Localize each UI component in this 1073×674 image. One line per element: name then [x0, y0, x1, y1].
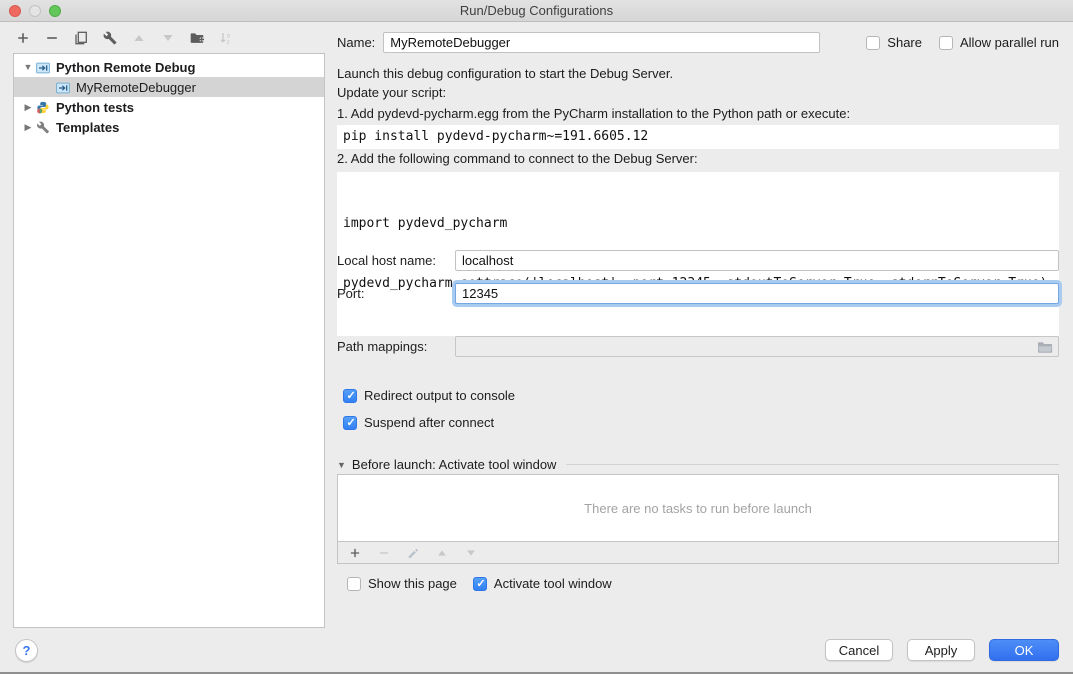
share-label: Share: [887, 35, 922, 50]
minimize-window-button: [29, 5, 41, 17]
suspend-after-connect-label: Suspend after connect: [364, 415, 494, 430]
suspend-after-connect-option: Suspend after connect: [343, 415, 1065, 430]
help-button[interactable]: ?: [15, 639, 38, 662]
local-host-name-label: Local host name:: [337, 253, 455, 268]
tree-item-label: MyRemoteDebugger: [76, 80, 196, 95]
tree-item-templates[interactable]: ▶ Templates: [14, 117, 324, 137]
run-debug-configurations-dialog: Run/Debug Configurations az ▼: [0, 0, 1073, 674]
tree-item-label: Python Remote Debug: [56, 60, 195, 75]
dialog-footer: ? Cancel Apply OK: [0, 630, 1073, 674]
remove-task-icon: [376, 545, 392, 561]
move-up-icon: [131, 30, 147, 46]
move-down-icon: [160, 30, 176, 46]
local-host-name-input[interactable]: [455, 250, 1059, 271]
dialog-buttons: Cancel Apply OK: [825, 639, 1059, 661]
section-divider: [566, 464, 1059, 465]
allow-parallel-option: Allow parallel run: [939, 35, 1059, 50]
redirect-output-option: Redirect output to console: [343, 388, 1065, 403]
edit-task-pencil-icon: [405, 545, 421, 561]
edit-templates-wrench-icon[interactable]: [102, 30, 118, 46]
before-launch-task-list[interactable]: There are no tasks to run before launch: [337, 474, 1059, 542]
instruction-step-1: 1. Add pydevd-pycharm.egg from the PyCha…: [337, 106, 1059, 121]
share-option: Share: [866, 35, 922, 50]
move-task-up-icon: [434, 545, 450, 561]
remote-debug-config-icon: [56, 80, 71, 94]
name-input[interactable]: [383, 32, 820, 53]
show-this-page-checkbox[interactable]: [347, 577, 361, 591]
allow-parallel-run-checkbox[interactable]: [939, 36, 953, 50]
remote-debug-config-icon: [36, 60, 51, 74]
path-mappings-field[interactable]: [455, 336, 1059, 357]
share-checkbox[interactable]: [866, 36, 880, 50]
port-row: Port:: [337, 283, 1059, 304]
instruction-line-2: Update your script:: [337, 85, 1059, 100]
pip-install-code: pip install pydevd-pycharm~=191.6605.12: [337, 125, 1059, 149]
before-launch-header[interactable]: ▼ Before launch: Activate tool window: [337, 457, 1059, 472]
add-task-icon[interactable]: [347, 545, 363, 561]
activate-tool-window-checkbox[interactable]: [473, 577, 487, 591]
instruction-line-1: Launch this debug configuration to start…: [337, 66, 1059, 81]
page-options-row: Show this page Activate tool window: [347, 576, 1069, 591]
svg-text:z: z: [227, 39, 230, 45]
tree-item-label: Templates: [56, 120, 119, 135]
task-list-toolbar: [337, 541, 1059, 564]
settrace-code-line-1: import pydevd_pycharm: [343, 214, 1053, 234]
cancel-button[interactable]: Cancel: [825, 639, 893, 661]
configurations-toolbar: az: [15, 30, 234, 46]
activate-tool-window-label: Activate tool window: [494, 576, 612, 591]
tree-item-python-tests[interactable]: ▶ Python tests: [14, 97, 324, 117]
move-task-down-icon: [463, 545, 479, 561]
port-label: Port:: [337, 286, 455, 301]
configurations-tree: ▼ Python Remote Debug MyRemoteDebugger ▶…: [13, 53, 325, 628]
redirect-output-checkbox[interactable]: [343, 389, 357, 403]
tree-item-label: Python tests: [56, 100, 134, 115]
expand-triangle-icon[interactable]: ▶: [22, 122, 34, 133]
collapse-triangle-icon[interactable]: ▼: [22, 62, 34, 72]
before-launch-title: Before launch: Activate tool window: [352, 457, 557, 472]
help-icon: ?: [23, 643, 31, 658]
tree-item-python-remote-debug[interactable]: ▼ Python Remote Debug: [14, 57, 324, 77]
tree-item-myremotedebugger[interactable]: MyRemoteDebugger: [14, 77, 324, 97]
collapse-triangle-icon[interactable]: ▼: [337, 460, 346, 470]
browse-folder-icon[interactable]: [1037, 340, 1053, 354]
python-tests-icon: [36, 100, 51, 114]
configuration-editor: Name: Share Allow parallel run Launch th…: [337, 0, 1059, 674]
close-window-button[interactable]: [9, 5, 21, 17]
zoom-window-button[interactable]: [49, 5, 61, 17]
ok-button[interactable]: OK: [989, 639, 1059, 661]
path-mappings-label: Path mappings:: [337, 339, 455, 354]
local-host-row: Local host name:: [337, 250, 1059, 271]
port-input[interactable]: [455, 283, 1059, 304]
allow-parallel-run-label: Allow parallel run: [960, 35, 1059, 50]
instruction-step-2: 2. Add the following command to connect …: [337, 151, 1059, 166]
name-label: Name:: [337, 35, 375, 50]
wrench-icon: [36, 120, 51, 134]
apply-button[interactable]: Apply: [907, 639, 975, 661]
expand-triangle-icon[interactable]: ▶: [22, 102, 34, 113]
traffic-lights: [9, 5, 61, 17]
sort-alphabetically-icon: az: [218, 30, 234, 46]
name-row: Name: Share Allow parallel run: [337, 32, 1059, 53]
path-mappings-row: Path mappings:: [337, 336, 1059, 357]
new-folder-icon[interactable]: [189, 30, 205, 46]
remove-configuration-icon[interactable]: [44, 30, 60, 46]
add-configuration-icon[interactable]: [15, 30, 31, 46]
show-this-page-label: Show this page: [368, 576, 457, 591]
empty-tasks-message: There are no tasks to run before launch: [584, 501, 812, 516]
redirect-output-label: Redirect output to console: [364, 388, 515, 403]
copy-configuration-icon[interactable]: [73, 30, 89, 46]
suspend-after-connect-checkbox[interactable]: [343, 416, 357, 430]
